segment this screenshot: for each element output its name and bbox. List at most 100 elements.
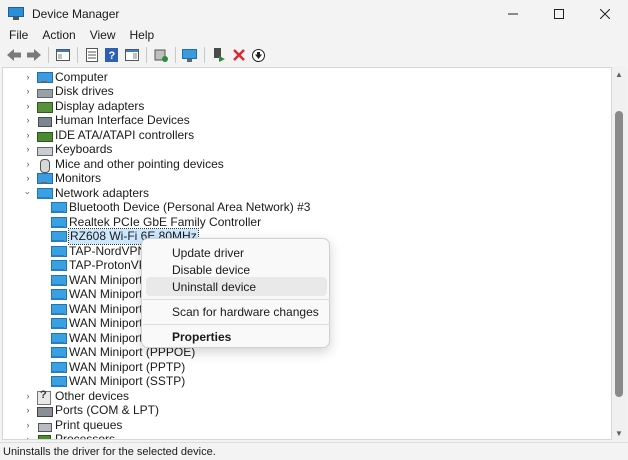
chevron-right-icon[interactable]: ›	[23, 420, 33, 430]
network-adapter-icon	[51, 201, 67, 214]
device-label: WAN Miniport (PPTP)	[69, 360, 186, 374]
menu-item-properties[interactable]: Properties	[146, 327, 327, 346]
status-text: Uninstalls the driver for the selected d…	[3, 445, 216, 458]
tree-category-computer[interactable]: › Computer	[23, 70, 108, 85]
toolbar-separator	[48, 47, 49, 63]
tree-category-disk-drives[interactable]: › Disk drives	[23, 84, 114, 99]
tree-category-processors[interactable]: › Processors	[23, 432, 116, 440]
action-pane-button[interactable]	[122, 46, 141, 65]
tree-category-display-adapters[interactable]: › Display adapters	[23, 99, 145, 114]
window-title: Device Manager	[32, 7, 120, 21]
menu-separator	[143, 299, 330, 300]
ports-icon	[37, 405, 53, 417]
show-hide-console-tree-icon	[55, 49, 70, 61]
close-button[interactable]	[582, 0, 628, 28]
back-arrow-icon	[6, 49, 21, 61]
toolbar-separator	[77, 47, 78, 63]
tree-category-ports[interactable]: › Ports (COM & LPT)	[23, 403, 160, 418]
tree-device-item[interactable]: WAN Miniport (SSTP)	[51, 374, 185, 389]
help-button[interactable]: ?	[102, 46, 121, 65]
network-adapter-icon	[51, 216, 67, 229]
toolbar-separator	[204, 47, 205, 63]
tree-category-label: Computer	[55, 70, 108, 84]
chevron-down-icon[interactable]: ›	[23, 188, 33, 198]
scroll-down-icon[interactable]: ▼	[612, 426, 626, 440]
console-tree-button[interactable]	[53, 46, 72, 65]
chevron-right-icon[interactable]: ›	[23, 391, 33, 401]
svg-text:?: ?	[109, 50, 116, 62]
tree-category-print-queues[interactable]: › Print queues	[23, 418, 123, 433]
update-driver-button[interactable]	[151, 46, 170, 65]
tree-category-mice[interactable]: › Mice and other pointing devices	[23, 157, 224, 173]
chevron-right-icon[interactable]: ›	[23, 115, 33, 125]
network-adapter-icon	[51, 230, 67, 243]
toolbar: ?	[0, 44, 628, 66]
device-manager-icon	[8, 7, 24, 21]
ide-controller-icon	[37, 130, 53, 142]
tree-category-label: Other devices	[55, 389, 130, 403]
tree-category-ide-controllers[interactable]: › IDE ATA/ATAPI controllers	[23, 128, 195, 143]
uninstall-device-icon	[232, 49, 245, 61]
minimize-icon	[508, 13, 518, 15]
download-driver-button[interactable]	[249, 46, 268, 65]
enable-device-button[interactable]	[209, 46, 228, 65]
tree-category-network-adapters[interactable]: › Network adapters	[23, 186, 149, 201]
tree-category-label: Processors	[55, 432, 116, 440]
status-bar: Uninstalls the driver for the selected d…	[0, 442, 628, 460]
tree-category-label: Disk drives	[55, 84, 114, 98]
chevron-right-icon[interactable]: ›	[23, 434, 33, 439]
network-adapter-icon	[51, 288, 67, 301]
uninstall-device-button[interactable]	[229, 46, 248, 65]
chevron-right-icon[interactable]: ›	[23, 173, 33, 183]
tree-device-item[interactable]: Bluetooth Device (Personal Area Network)…	[51, 200, 310, 215]
context-menu: Update driver Disable device Uninstall d…	[141, 238, 330, 348]
network-adapter-icon	[51, 332, 67, 345]
disk-drive-icon	[37, 86, 53, 98]
tree-category-label: Human Interface Devices	[55, 113, 190, 127]
update-driver-icon	[154, 49, 168, 62]
vertical-scrollbar[interactable]: ▲ ▼	[612, 67, 626, 440]
menu-item-uninstall-device[interactable]: Uninstall device	[146, 277, 327, 296]
device-label: WAN Miniport (SSTP)	[69, 374, 186, 388]
monitor-icon	[37, 172, 53, 185]
maximize-icon	[554, 9, 564, 19]
tree-device-item[interactable]: WAN Miniport (PPTP)	[51, 360, 185, 375]
print-queue-icon	[37, 420, 52, 432]
tree-category-label: Ports (COM & LPT)	[55, 403, 160, 417]
chevron-right-icon[interactable]: ›	[23, 159, 33, 169]
forward-button[interactable]	[24, 46, 43, 65]
chevron-right-icon[interactable]: ›	[23, 130, 33, 140]
mouse-icon	[37, 158, 51, 173]
scroll-up-icon[interactable]: ▲	[612, 67, 626, 81]
chevron-right-icon[interactable]: ›	[23, 144, 33, 154]
scan-hardware-icon	[182, 48, 197, 62]
minimize-button[interactable]	[490, 0, 536, 28]
close-icon	[600, 9, 610, 19]
network-adapter-icon	[51, 346, 67, 359]
processor-icon	[37, 434, 51, 439]
scan-hardware-button[interactable]	[180, 46, 199, 65]
back-button[interactable]	[4, 46, 23, 65]
tree-category-monitors[interactable]: › Monitors	[23, 171, 102, 186]
network-adapter-icon	[51, 361, 67, 374]
tree-category-keyboards[interactable]: › Keyboards	[23, 142, 113, 157]
tree-device-item[interactable]: Realtek PCIe GbE Family Controller	[51, 215, 261, 230]
tree-category-label: Print queues	[55, 418, 123, 432]
chevron-right-icon[interactable]: ›	[23, 72, 33, 82]
scroll-thumb[interactable]	[615, 111, 623, 397]
device-label: Realtek PCIe GbE Family Controller	[69, 215, 262, 229]
window-controls	[490, 0, 628, 28]
network-adapter-icon	[51, 245, 67, 258]
chevron-right-icon[interactable]: ›	[23, 405, 33, 415]
menu-item-scan-hardware[interactable]: Scan for hardware changes	[146, 302, 327, 321]
network-adapter-icon	[51, 303, 67, 316]
title-bar: Device Manager	[0, 0, 628, 28]
toolbar-separator	[175, 47, 176, 63]
device-label: Bluetooth Device (Personal Area Network)…	[69, 200, 311, 214]
tree-category-other-devices[interactable]: › Other devices	[23, 389, 130, 405]
tree-category-hid[interactable]: › Human Interface Devices	[23, 113, 190, 128]
chevron-right-icon[interactable]: ›	[23, 101, 33, 111]
properties-button[interactable]	[82, 46, 101, 65]
chevron-right-icon[interactable]: ›	[23, 86, 33, 96]
maximize-button[interactable]	[536, 0, 582, 28]
